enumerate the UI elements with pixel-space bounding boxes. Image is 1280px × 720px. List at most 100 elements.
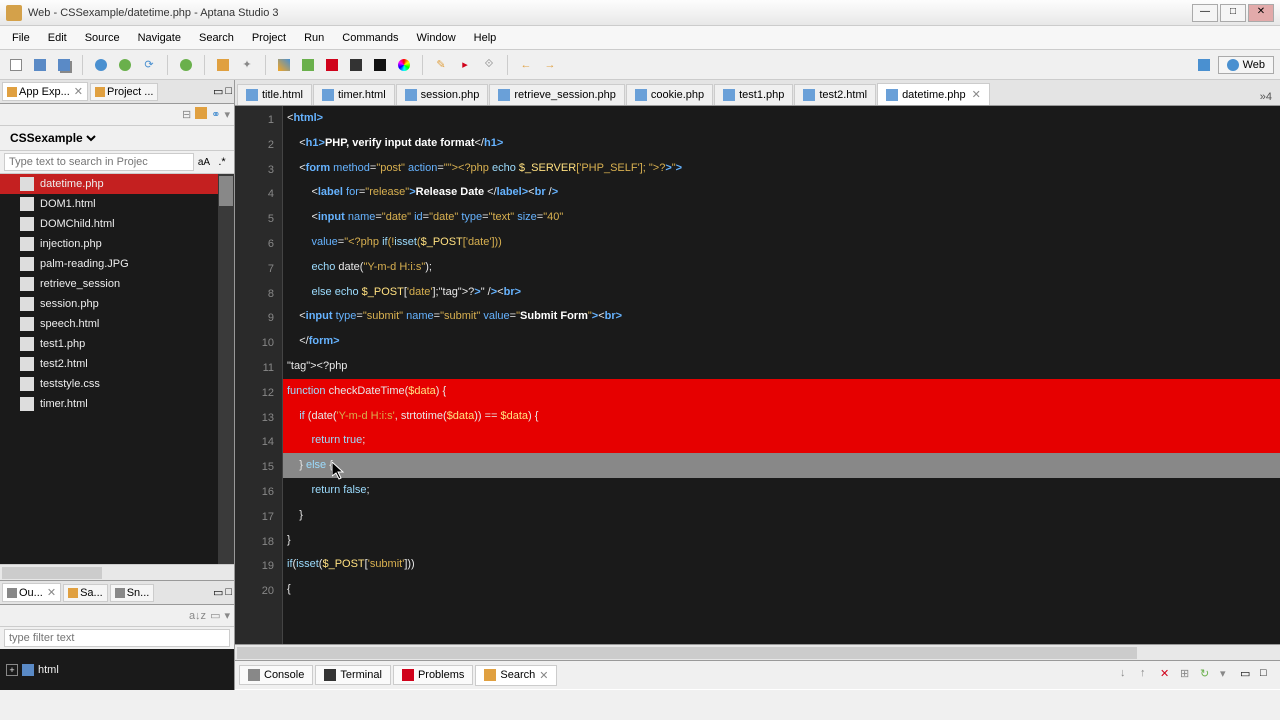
close-icon[interactable]: ✕ xyxy=(539,669,548,682)
menu-run[interactable]: Run xyxy=(296,29,332,47)
collapse-icon[interactable]: ⊟ xyxy=(182,108,191,121)
file-datetime[interactable]: datetime.php xyxy=(0,174,234,194)
perspective-web[interactable]: Web xyxy=(1218,56,1274,74)
save-button[interactable] xyxy=(30,55,50,75)
commands-icon[interactable] xyxy=(195,107,207,122)
forward-button[interactable]: → xyxy=(540,55,560,75)
editor-scrollbar-horizontal[interactable] xyxy=(235,644,1280,660)
tab-title[interactable]: title.html xyxy=(237,84,312,105)
tab-timer[interactable]: timer.html xyxy=(313,84,395,105)
snippets-tab[interactable]: Sn... xyxy=(110,584,155,602)
color-button[interactable] xyxy=(394,55,414,75)
maximize-icon[interactable]: □ xyxy=(1260,667,1276,683)
stop-button[interactable] xyxy=(322,55,342,75)
console-tab[interactable]: Console xyxy=(239,665,313,685)
tab-session[interactable]: session.php xyxy=(396,84,489,105)
grid-button[interactable] xyxy=(274,55,294,75)
globe-button[interactable] xyxy=(91,55,111,75)
menu-icon[interactable]: ▾ xyxy=(224,108,230,121)
file-injection[interactable]: injection.php xyxy=(0,234,234,254)
menu-commands[interactable]: Commands xyxy=(334,29,406,47)
sidebar-tab-project[interactable]: Project ... xyxy=(90,83,158,101)
file-tree[interactable]: datetime.php DOM1.html DOMChild.html inj… xyxy=(0,174,234,564)
wand-button[interactable]: ✦ xyxy=(237,55,257,75)
perspective-switcher[interactable] xyxy=(1194,55,1214,75)
file-timer[interactable]: timer.html xyxy=(0,394,234,414)
player-button[interactable] xyxy=(346,55,366,75)
tab-cookie[interactable]: cookie.php xyxy=(626,84,713,105)
go-button[interactable]: ▸ xyxy=(455,55,475,75)
scrollbar-horizontal[interactable] xyxy=(0,564,234,580)
menu-edit[interactable]: Edit xyxy=(40,29,75,47)
search-tab[interactable]: Search✕ xyxy=(475,665,557,686)
tab-test2[interactable]: test2.html xyxy=(794,84,876,105)
minimize-icon[interactable]: ▭ xyxy=(213,586,223,599)
refresh-button[interactable] xyxy=(115,55,135,75)
panel-button[interactable] xyxy=(298,55,318,75)
file-retrieve[interactable]: retrieve_session xyxy=(0,274,234,294)
file-test2[interactable]: test2.html xyxy=(0,354,234,374)
sort-icon[interactable]: a↓z xyxy=(189,610,206,622)
file-dom1[interactable]: DOM1.html xyxy=(0,194,234,214)
history-icon[interactable]: ↻ xyxy=(1200,667,1216,683)
minimize-icon[interactable]: ▭ xyxy=(213,85,223,98)
run-button[interactable] xyxy=(176,55,196,75)
code-content[interactable]: <html> <h1>PHP, verify input date format… xyxy=(283,106,1280,644)
prev-icon[interactable]: ↑ xyxy=(1140,667,1156,683)
minimize-icon[interactable]: ▭ xyxy=(1240,667,1256,683)
maximize-icon[interactable]: □ xyxy=(225,586,232,599)
sync-button[interactable]: ⟳ xyxy=(139,55,159,75)
close-icon[interactable]: ✕ xyxy=(47,586,56,599)
close-icon[interactable]: ✕ xyxy=(972,88,981,101)
project-dropdown[interactable]: CSSexample xyxy=(6,130,99,146)
menu-window[interactable]: Window xyxy=(409,29,464,47)
pencil-button[interactable]: ✎ xyxy=(431,55,451,75)
close-icon[interactable]: ✕ xyxy=(74,85,83,98)
outline-tab[interactable]: Ou... ✕ xyxy=(2,583,61,602)
case-sensitive-icon[interactable]: aA xyxy=(196,154,212,170)
file-speech[interactable]: speech.html xyxy=(0,314,234,334)
expand-icon[interactable]: ⊞ xyxy=(1180,667,1196,683)
new-button[interactable] xyxy=(6,55,26,75)
maximize-button[interactable]: □ xyxy=(1220,4,1246,22)
next-icon[interactable]: ↓ xyxy=(1120,667,1136,683)
outline-filter-input[interactable] xyxy=(4,629,230,647)
tab-datetime[interactable]: datetime.php✕ xyxy=(877,83,990,105)
tab-retrieve[interactable]: retrieve_session.php xyxy=(489,84,625,105)
minimize-button[interactable]: — xyxy=(1192,4,1218,22)
terminal-tab[interactable]: Terminal xyxy=(315,665,391,685)
menu-file[interactable]: File xyxy=(4,29,38,47)
outline-tree[interactable]: + html xyxy=(0,649,234,690)
close-button[interactable]: ✕ xyxy=(1248,4,1274,22)
remove-icon[interactable]: ✕ xyxy=(1160,667,1176,683)
regex-icon[interactable]: .* xyxy=(214,154,230,170)
sidebar-tab-app-explorer[interactable]: App Exp... ✕ xyxy=(2,82,88,101)
menu-help[interactable]: Help xyxy=(466,29,505,47)
file-test1[interactable]: test1.php xyxy=(0,334,234,354)
back-button[interactable]: ← xyxy=(516,55,536,75)
more-tabs[interactable]: »4 xyxy=(1254,89,1278,105)
file-teststyle[interactable]: teststyle.css xyxy=(0,374,234,394)
menu-source[interactable]: Source xyxy=(77,29,128,47)
folder-button[interactable] xyxy=(213,55,233,75)
menu-search[interactable]: Search xyxy=(191,29,242,47)
tab-test1[interactable]: test1.php xyxy=(714,84,793,105)
maximize-icon[interactable]: □ xyxy=(225,85,232,98)
collapse-icon[interactable]: ▭ xyxy=(210,609,220,622)
expand-icon[interactable]: + xyxy=(6,664,18,676)
scrollbar-vertical[interactable] xyxy=(218,174,234,564)
menu-project[interactable]: Project xyxy=(244,29,294,47)
terminal-button[interactable] xyxy=(370,55,390,75)
save-all-button[interactable] xyxy=(54,55,74,75)
project-selector[interactable]: CSSexample xyxy=(0,126,234,151)
samples-tab[interactable]: Sa... xyxy=(63,584,108,602)
outline-root[interactable]: html xyxy=(38,664,59,676)
menu-navigate[interactable]: Navigate xyxy=(130,29,189,47)
tag-button[interactable]: ⟐ xyxy=(479,55,499,75)
problems-tab[interactable]: Problems xyxy=(393,665,473,685)
file-domchild[interactable]: DOMChild.html xyxy=(0,214,234,234)
menu-icon[interactable]: ▾ xyxy=(1220,667,1236,683)
search-input[interactable] xyxy=(4,153,194,171)
menu-icon[interactable]: ▾ xyxy=(224,609,230,622)
code-editor[interactable]: 1234567891011121314151617181920 <html> <… xyxy=(235,106,1280,644)
